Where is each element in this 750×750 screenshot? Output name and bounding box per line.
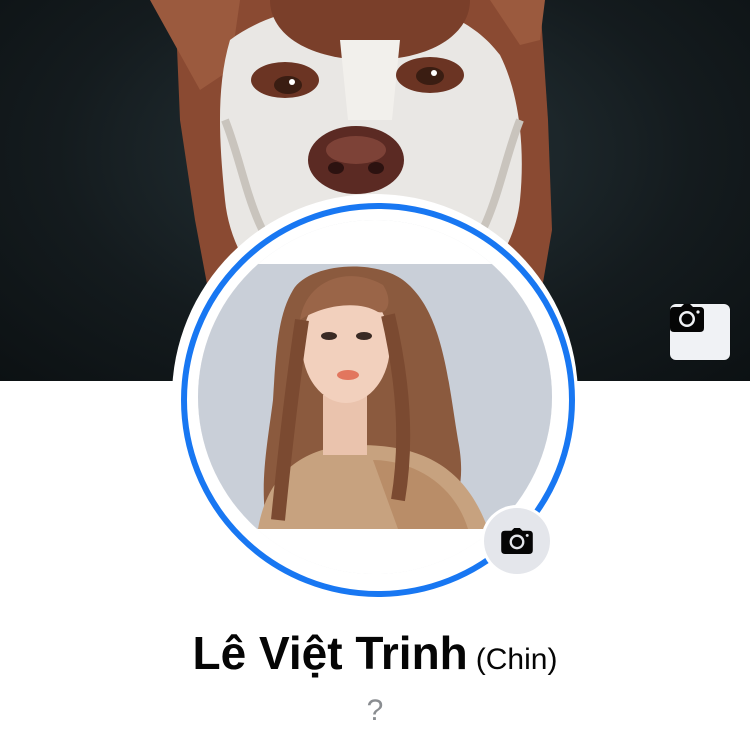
profile-name: Lê Việt Trinh <box>192 627 468 679</box>
profile-page: Lê Việt Trinh (Chin) ? <box>0 0 750 750</box>
profile-bio: ? <box>366 694 384 727</box>
profile-alternate-name: (Chin) <box>475 643 558 676</box>
camera-icon <box>670 304 704 332</box>
edit-cover-photo-button[interactable] <box>670 304 730 360</box>
edit-profile-picture-button[interactable] <box>484 508 550 574</box>
profile-name-row: Lê Việt Trinh (Chin) <box>0 626 750 680</box>
camera-icon <box>501 528 533 554</box>
